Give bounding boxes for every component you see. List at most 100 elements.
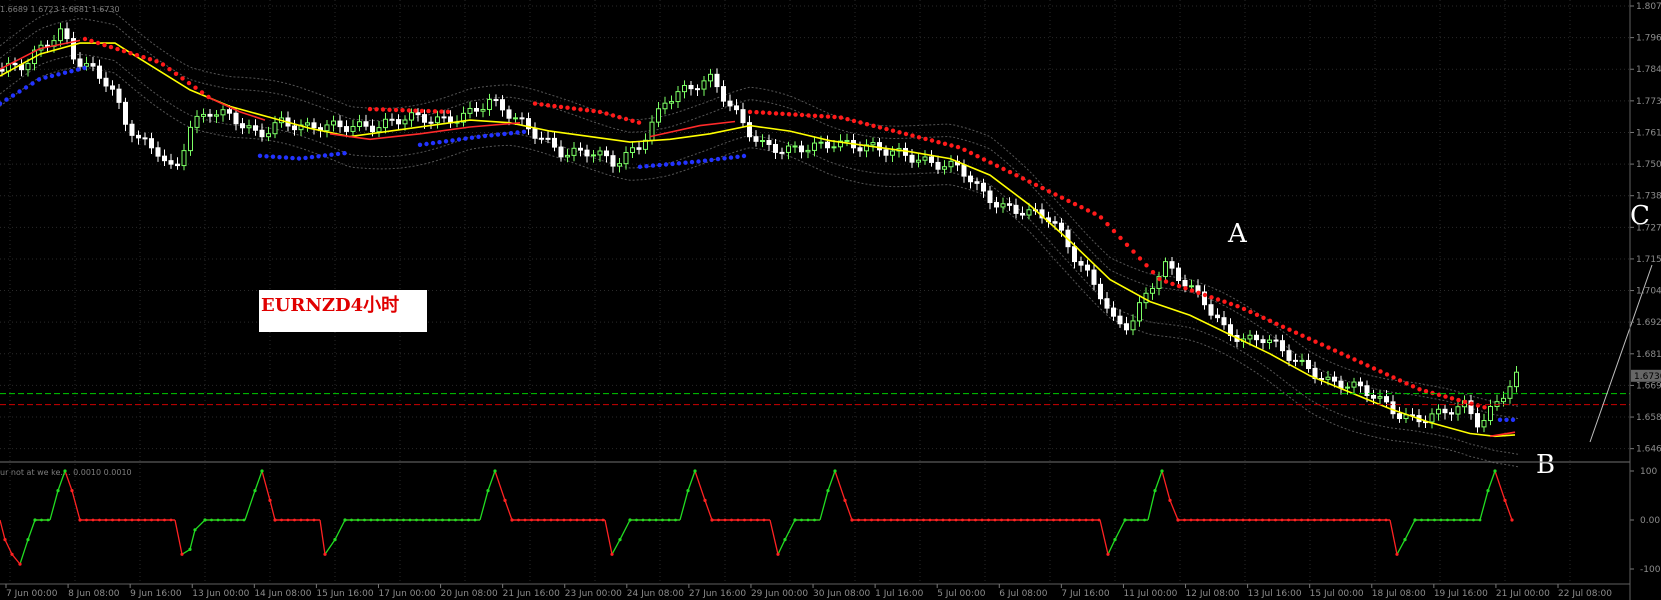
sar-dot-blue <box>335 151 341 157</box>
oscillator-dot <box>686 489 690 493</box>
oscillator-dot <box>674 518 677 522</box>
sar-dot-blue <box>277 155 282 160</box>
sar-dot-red <box>426 108 431 114</box>
price-tick-label: 1.6465 <box>1636 445 1661 455</box>
oscillator-dot <box>293 518 296 522</box>
oscillator-dot <box>1384 518 1388 522</box>
osc-level-label: 0.00 <box>1640 516 1660 526</box>
sar-dot-blue <box>270 154 276 159</box>
candle <box>461 106 466 127</box>
time-tick-label: 15 Jun 16:00 <box>316 589 373 599</box>
oscillator-segment <box>619 519 631 540</box>
candle <box>688 80 694 96</box>
candle <box>1078 256 1084 272</box>
sar-dot-red <box>864 122 870 127</box>
sar-dot-red <box>578 107 583 112</box>
oscillator-segment <box>319 519 326 555</box>
oscillator-dot <box>1032 518 1036 522</box>
oscillator-segment <box>769 519 779 555</box>
sar-dot-red <box>186 80 192 86</box>
oscillator-dot <box>1465 518 1469 522</box>
oscillator-segment <box>679 490 689 521</box>
oscillator-segment <box>487 470 496 491</box>
time-tick-label: 12 Jul 08:00 <box>1186 589 1240 599</box>
oscillator-dot <box>1091 518 1094 522</box>
sar-dot-red <box>1085 208 1091 213</box>
sar-dot-red <box>400 108 405 113</box>
sar-dot-blue <box>482 133 488 139</box>
oscillator-dot <box>1078 518 1081 522</box>
sar-dot-red <box>1358 360 1364 365</box>
sar-dot-blue <box>702 158 708 163</box>
sar-dot-red <box>604 111 609 116</box>
oscillator-segment <box>1396 539 1406 555</box>
oscillator-dot <box>1503 498 1507 502</box>
time-tick-label: 29 Jun 00:00 <box>751 589 808 599</box>
oscillator-dot <box>703 498 707 502</box>
sar-dot-red <box>1482 405 1487 410</box>
time-tick-label: 22 Jul 08:00 <box>1558 589 1612 599</box>
sar-dot-red <box>539 102 544 107</box>
oscillator-dot <box>1052 518 1055 522</box>
oscillator-dot <box>813 518 816 522</box>
oscillator-segment <box>189 529 196 550</box>
sar-dot-blue <box>676 161 682 166</box>
oscillator-dot <box>980 518 984 522</box>
candle <box>1221 310 1227 330</box>
sar-dot-blue <box>709 157 714 163</box>
oscillator-line <box>0 469 1514 566</box>
sar-dot-red <box>1209 295 1214 300</box>
sar-dot-red <box>851 118 857 124</box>
sar-dot-red <box>1202 292 1208 298</box>
candle <box>812 136 817 157</box>
oscillator-dot <box>1358 518 1362 522</box>
sar-dot-red <box>154 59 159 64</box>
candle <box>1312 361 1318 384</box>
candle <box>97 59 102 84</box>
candle <box>968 171 973 189</box>
sar-dot-red <box>1033 182 1039 188</box>
annotation-letter-b: B <box>1536 450 1555 480</box>
oscillator-dot <box>1254 518 1258 522</box>
candle <box>1481 413 1487 433</box>
sar-dot-red <box>988 160 993 165</box>
oscillator-segment <box>1404 519 1416 540</box>
grid <box>0 0 1630 583</box>
sar-dot-blue <box>715 156 721 162</box>
sar-dot-red <box>923 136 928 142</box>
oscillator-dot <box>1371 518 1375 522</box>
oscillator-segment <box>1504 500 1513 521</box>
candle <box>623 146 629 170</box>
candle <box>1176 262 1181 288</box>
oscillator-dot <box>1248 518 1251 522</box>
sar-dot-red <box>1391 375 1396 380</box>
sar-dot-red <box>82 36 88 42</box>
candle <box>1319 371 1324 385</box>
oscillator-dot <box>922 518 925 522</box>
sar-dot-red <box>877 125 883 130</box>
oscillator-dot <box>776 552 780 556</box>
candle <box>825 135 830 153</box>
oscillator-dot <box>974 518 977 522</box>
oscillator-dot <box>909 518 912 522</box>
oscillator-dot <box>56 489 60 493</box>
sar-dot-red <box>1475 403 1481 408</box>
sar-dot-red <box>1163 279 1169 284</box>
sar-dot-red <box>942 141 948 146</box>
sar-dot-red <box>773 111 779 116</box>
oscillator-dot <box>1143 518 1146 522</box>
sar-dot-blue <box>342 151 347 156</box>
candle <box>344 120 349 138</box>
oscillator-dot <box>467 518 470 522</box>
oscillator-dot <box>273 518 277 522</box>
candle <box>474 102 479 117</box>
candle <box>181 143 187 171</box>
sar-dot-blue <box>728 155 734 160</box>
oscillator-dot <box>601 518 605 522</box>
oscillator-dot <box>1106 552 1110 556</box>
sar-dot-red <box>571 106 577 111</box>
oscillator-dot <box>1420 518 1423 522</box>
candle <box>1358 377 1363 393</box>
sar-dot-red <box>838 115 844 120</box>
candle <box>584 144 590 163</box>
